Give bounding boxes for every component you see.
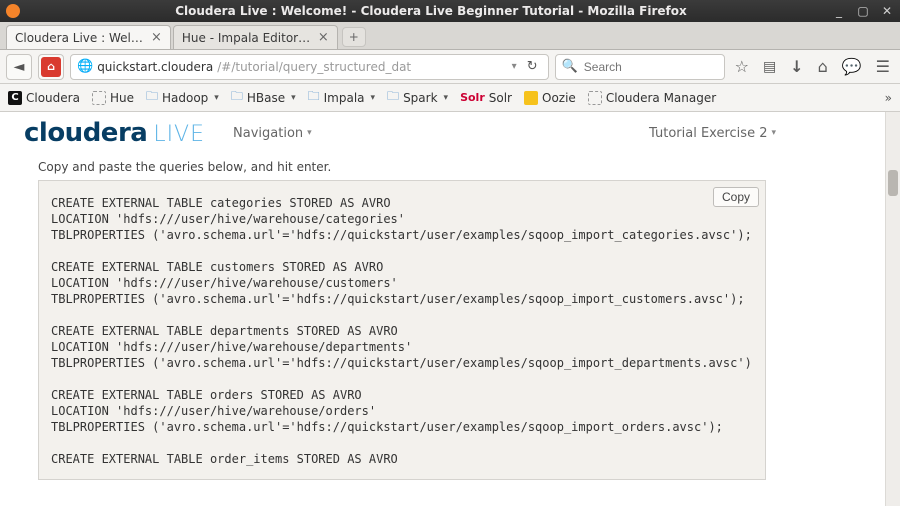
url-path: /#/tutorial/query_structured_dat (217, 60, 505, 74)
chevron-down-icon: ▾ (771, 128, 776, 138)
bookmarks-toolbar: CCloudera Hue 🗀Hadoop▾ 🗀HBase▾ 🗀Impala▾ … (0, 84, 900, 112)
chevron-down-icon: ▾ (214, 93, 219, 103)
chevron-down-icon: ▾ (444, 93, 449, 103)
search-input[interactable] (584, 60, 718, 74)
bookmark-solr[interactable]: SolrSolr (460, 91, 512, 105)
folder-icon: 🗀 (387, 87, 399, 108)
page-viewport: cloudera LIVE Navigation ▾ Tutorial Exer… (0, 112, 900, 506)
bookmark-folder-hadoop[interactable]: 🗀Hadoop▾ (146, 87, 219, 108)
code-block: Copy CREATE EXTERNAL TABLE categories ST… (38, 180, 766, 480)
bookmarks-overflow-button[interactable]: » (885, 91, 892, 105)
sql-code[interactable]: CREATE EXTERNAL TABLE categories STORED … (51, 195, 753, 467)
site-identity-button[interactable]: ⌂ (38, 54, 64, 80)
new-tab-button[interactable]: + (342, 27, 366, 47)
oozie-icon (524, 91, 538, 105)
bookmark-star-icon[interactable]: ☆ (735, 57, 749, 76)
hamburger-menu-button[interactable]: ☰ (876, 57, 890, 76)
globe-icon: 🌐 (77, 59, 93, 74)
cloudera-live-logo[interactable]: cloudera LIVE (24, 118, 205, 148)
chevron-down-icon: ▾ (291, 93, 296, 103)
chat-icon[interactable]: 💬 (842, 57, 862, 76)
bookmark-folder-impala[interactable]: 🗀Impala▾ (308, 87, 375, 108)
scrollbar-thumb[interactable] (888, 170, 898, 196)
browser-tabstrip: Cloudera Live : Welcom… × Hue - Impala E… (0, 22, 900, 50)
chevron-down-icon: ▾ (307, 128, 312, 138)
placeholder-icon (588, 91, 602, 105)
url-bar[interactable]: 🌐 quickstart.cloudera /#/tutorial/query_s… (70, 54, 549, 80)
bookmark-oozie[interactable]: Oozie (524, 91, 576, 105)
page-header: cloudera LIVE Navigation ▾ Tutorial Exer… (10, 112, 790, 152)
url-host: quickstart.cloudera (97, 60, 213, 74)
window-close-button[interactable]: ✕ (880, 4, 894, 18)
close-tab-icon[interactable]: × (318, 30, 329, 45)
back-button[interactable]: ◄ (6, 54, 32, 80)
reload-button[interactable]: ↻ (523, 59, 542, 74)
browser-search[interactable]: 🔍 (555, 54, 725, 80)
page-scrollbar[interactable] (885, 112, 900, 506)
browser-tab[interactable]: Hue - Impala Editor - Qu… × (173, 25, 338, 49)
copy-button[interactable]: Copy (713, 187, 759, 207)
folder-icon: 🗀 (231, 87, 243, 108)
site-badge-icon: ⌂ (41, 57, 61, 77)
window-minimize-button[interactable]: _ (832, 4, 846, 18)
window-maximize-button[interactable]: ▢ (856, 4, 870, 18)
navigation-dropdown[interactable]: Navigation ▾ (233, 126, 312, 141)
browser-tab-active[interactable]: Cloudera Live : Welcom… × (6, 25, 171, 49)
tab-label: Hue - Impala Editor - Qu… (182, 31, 312, 45)
chevron-down-icon: ▾ (371, 93, 376, 103)
bookmark-cloudera-manager[interactable]: Cloudera Manager (588, 91, 716, 105)
placeholder-icon (92, 91, 106, 105)
folder-icon: 🗀 (146, 87, 158, 108)
tutorial-exercise-dropdown[interactable]: Tutorial Exercise 2 ▾ (649, 126, 776, 141)
search-icon: 🔍 (562, 59, 578, 74)
tab-label: Cloudera Live : Welcom… (15, 31, 145, 45)
brand-word: cloudera (24, 118, 147, 148)
cloudera-icon: C (8, 91, 22, 105)
reader-icon[interactable]: ▤ (763, 59, 776, 75)
firefox-icon (6, 4, 20, 18)
close-tab-icon[interactable]: × (151, 30, 162, 45)
browser-navbar: ◄ ⌂ 🌐 quickstart.cloudera /#/tutorial/que… (0, 50, 900, 84)
bookmark-cloudera[interactable]: CCloudera (8, 91, 80, 105)
folder-icon: 🗀 (308, 87, 320, 108)
os-titlebar: Cloudera Live : Welcome! - Cloudera Live… (0, 0, 900, 22)
url-dropdown-icon[interactable]: ▾ (510, 61, 519, 72)
instruction-text: Copy and paste the queries below, and hi… (10, 152, 790, 180)
bookmark-folder-spark[interactable]: 🗀Spark▾ (387, 87, 448, 108)
downloads-icon[interactable]: ↓ (790, 57, 803, 76)
home-button[interactable]: ⌂ (818, 57, 828, 76)
brand-live: LIVE (153, 122, 205, 147)
window-title: Cloudera Live : Welcome! - Cloudera Live… (30, 4, 832, 18)
solr-icon: Solr (460, 91, 485, 104)
bookmark-folder-hbase[interactable]: 🗀HBase▾ (231, 87, 296, 108)
bookmark-hue[interactable]: Hue (92, 91, 134, 105)
